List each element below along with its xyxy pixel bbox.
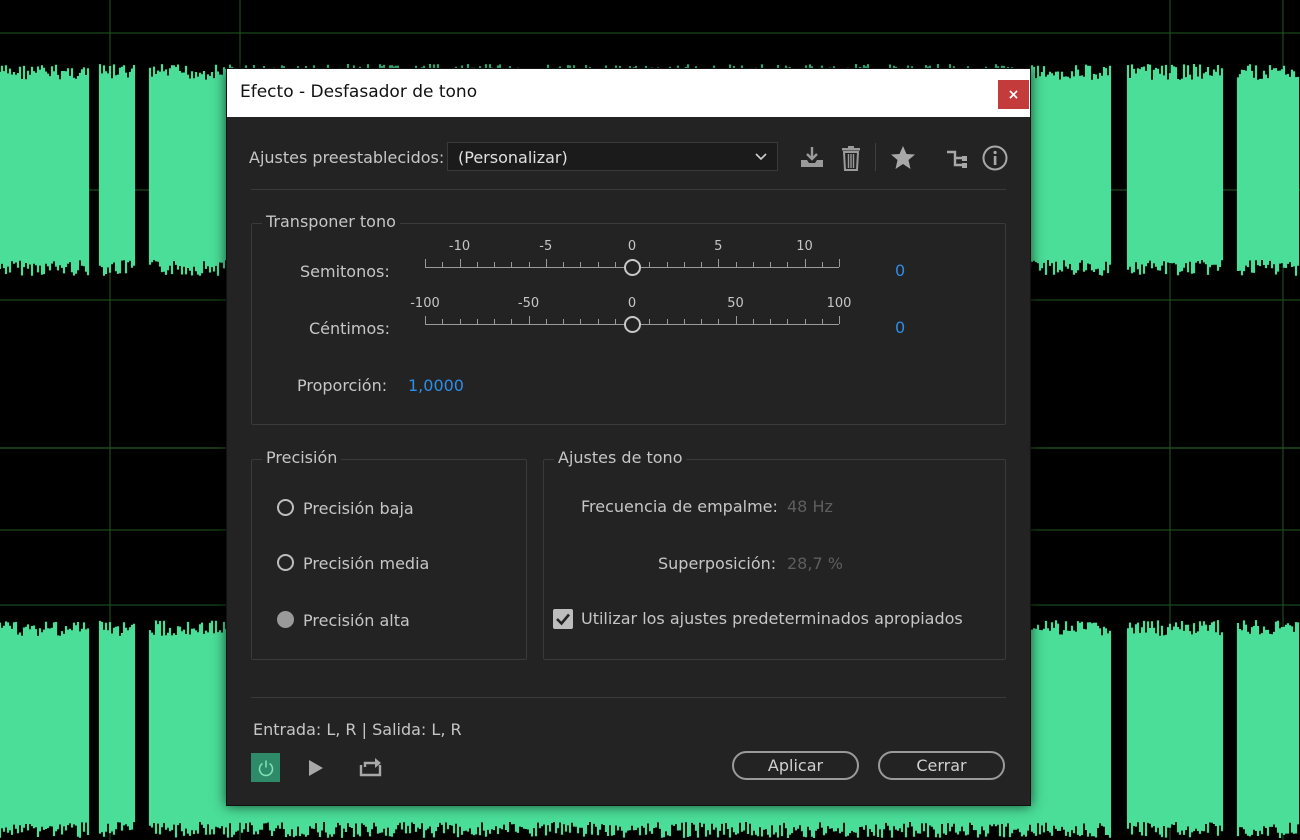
slider-tick-label: 100 xyxy=(826,296,852,311)
info-icon[interactable] xyxy=(980,143,1010,173)
cents-value[interactable]: 0 xyxy=(895,318,905,337)
semitones-slider[interactable]: -10 -5 0 5 10 xyxy=(425,239,840,289)
pitch-shifter-dialog: Efecto - Desfasador de tono × Ajustes pr… xyxy=(226,68,1031,806)
close-button[interactable]: Cerrar xyxy=(878,751,1005,780)
divider xyxy=(251,189,1006,190)
slider-tick xyxy=(528,316,530,324)
ratio-value[interactable]: 1,0000 xyxy=(408,376,464,395)
delete-preset-icon[interactable] xyxy=(836,143,866,173)
use-defaults-checkbox[interactable] xyxy=(553,609,573,629)
slider-thumb[interactable] xyxy=(624,259,641,276)
slider-tick-label: 5 xyxy=(714,239,723,254)
close-icon[interactable]: × xyxy=(998,80,1029,109)
slider-tick xyxy=(425,259,426,267)
slider-tick-label: -100 xyxy=(410,296,440,311)
cents-slider[interactable]: -100 -50 0 50 100 xyxy=(410,296,851,346)
pitch-settings-group-title: Ajustes de tono xyxy=(554,448,687,467)
slider-tick xyxy=(804,259,806,267)
overlap-label: Superposición: xyxy=(658,554,777,573)
slider-tick xyxy=(545,259,547,267)
ratio-label: Proporción: xyxy=(297,376,388,395)
semitones-label: Semitonos: xyxy=(300,262,390,281)
slider-tick xyxy=(459,259,461,267)
divider xyxy=(251,697,1006,698)
dialog-titlebar[interactable]: Efecto - Desfasador de tono × xyxy=(227,69,1030,117)
slider-tick-label: -10 xyxy=(448,239,471,254)
slider-tick xyxy=(425,316,426,324)
power-button[interactable] xyxy=(251,753,280,782)
slider-tick xyxy=(735,316,737,324)
download-preset-icon[interactable] xyxy=(797,143,827,173)
semitones-value[interactable]: 0 xyxy=(895,261,905,280)
favorite-star-icon[interactable] xyxy=(888,143,918,173)
power-icon xyxy=(258,760,273,776)
precision-low-radio[interactable] xyxy=(277,499,294,516)
slider-tick-label: -5 xyxy=(539,239,553,254)
precision-low-label[interactable]: Precisión baja xyxy=(303,499,414,518)
presets-selected-value: (Personalizar) xyxy=(458,148,568,167)
cents-label: Céntimos: xyxy=(309,319,390,338)
precision-medium-radio[interactable] xyxy=(277,554,294,571)
loop-icon[interactable] xyxy=(358,755,384,779)
presets-dropdown[interactable]: (Personalizar) xyxy=(447,142,778,171)
slider-tick xyxy=(839,259,840,267)
slider-tick xyxy=(839,316,840,324)
precision-high-radio[interactable] xyxy=(277,611,294,628)
precision-medium-label[interactable]: Precisión media xyxy=(303,554,429,573)
use-defaults-label[interactable]: Utilizar los ajustes predeterminados apr… xyxy=(581,609,963,628)
dialog-title: Efecto - Desfasador de tono xyxy=(240,82,478,102)
slider-tick-label: -50 xyxy=(517,296,540,311)
transpose-group-title: Transponer tono xyxy=(262,212,400,231)
slider-tick-label: 50 xyxy=(727,296,744,311)
precision-high-label[interactable]: Precisión alta xyxy=(303,611,410,630)
chevron-down-icon xyxy=(755,153,767,161)
toolbar-separator xyxy=(875,143,876,171)
slider-tick-label: 0 xyxy=(627,296,637,311)
precision-group-title: Precisión xyxy=(262,448,342,467)
routing-icon[interactable] xyxy=(941,143,971,173)
splice-frequency-value[interactable]: 48 Hz xyxy=(787,497,833,516)
presets-label: Ajustes preestablecidos: xyxy=(249,148,445,167)
splice-frequency-label: Frecuencia de empalme: xyxy=(581,497,778,516)
play-icon[interactable] xyxy=(307,758,325,778)
slider-thumb[interactable] xyxy=(624,316,641,333)
io-channels-text: Entrada: L, R | Salida: L, R xyxy=(253,720,462,739)
slider-tick-label: 10 xyxy=(796,239,813,254)
apply-button[interactable]: Aplicar xyxy=(732,751,859,780)
overlap-value[interactable]: 28,7 % xyxy=(787,554,843,573)
slider-tick-label: 0 xyxy=(627,239,637,254)
slider-tick xyxy=(718,259,720,267)
